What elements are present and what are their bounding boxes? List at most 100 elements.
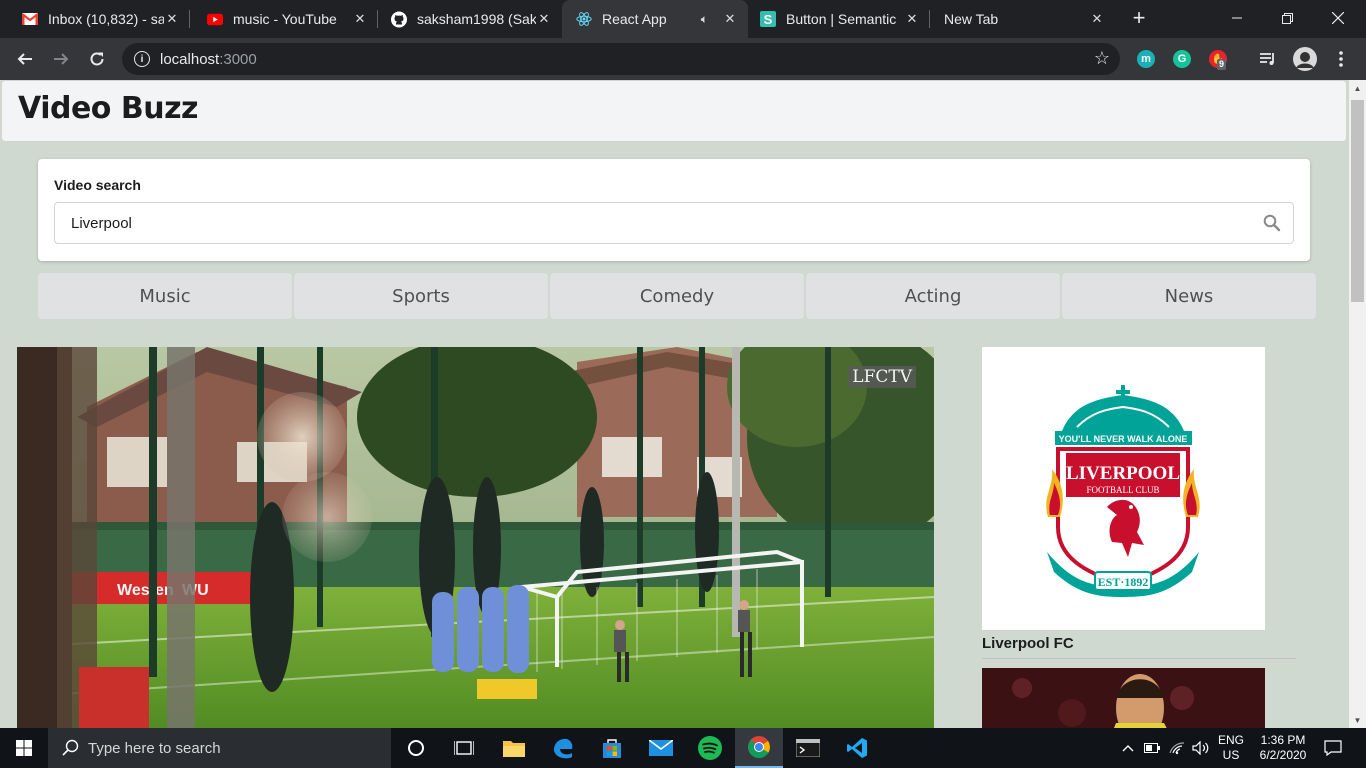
media-control-icon[interactable] — [1255, 46, 1281, 72]
extension-badge: 9 — [1217, 59, 1227, 70]
edge-browser-icon[interactable] — [539, 728, 587, 768]
scrollbar-thumb[interactable] — [1351, 100, 1364, 302]
youtube-icon — [207, 11, 223, 27]
grammarly-icon[interactable]: G — [1173, 50, 1191, 68]
wifi-icon[interactable] — [1167, 728, 1187, 768]
file-explorer-icon[interactable] — [490, 728, 538, 768]
minimize-button[interactable] — [1214, 0, 1260, 36]
tab-github[interactable]: saksham1998 (Sak ✕ — [369, 0, 562, 38]
svg-text:Westen: Westen — [117, 582, 174, 599]
tab-title: New Tab — [944, 11, 999, 27]
search-field[interactable] — [54, 202, 1294, 244]
clock-date: 6/2/2020 — [1259, 748, 1307, 762]
chrome-icon[interactable] — [735, 728, 783, 768]
tab-react-app[interactable]: React App 🔈︎ ✕ — [562, 0, 748, 38]
video-watermark: LFCTV — [848, 366, 916, 388]
app-header: Video Buzz — [1, 80, 1347, 142]
browser-tab-strip: Inbox (10,832) - sa ✕ music - YouTube ✕ … — [0, 0, 1366, 38]
page-viewport: Video Buzz Video search Music Sports Com… — [0, 80, 1349, 728]
close-tab-icon[interactable]: ✕ — [904, 11, 920, 27]
address-bar[interactable]: i localhost:3000 ☆ — [122, 43, 1120, 75]
close-tab-icon[interactable]: ✕ — [1089, 11, 1105, 27]
close-tab-icon[interactable]: ✕ — [536, 11, 552, 27]
category-comedy-button[interactable]: Comedy — [550, 273, 804, 319]
taskbar-search[interactable]: Type here to search — [48, 728, 391, 768]
video-title[interactable]: Liverpool FC — [982, 634, 1296, 659]
scroll-up-arrow-icon[interactable]: ▲ — [1349, 80, 1366, 96]
adblock-icon[interactable]: ✋ 9 — [1209, 50, 1227, 70]
language-code: ENG — [1217, 733, 1244, 747]
tab-title: music - YouTube — [233, 11, 337, 27]
video-list: YOU'LL NEVER WALK ALONE LIVERPOOL FOOTBA… — [982, 347, 1296, 728]
cortana-icon[interactable] — [392, 728, 440, 768]
mail-icon[interactable] — [637, 728, 685, 768]
close-window-button[interactable] — [1315, 0, 1361, 36]
tab-youtube[interactable]: music - YouTube ✕ — [185, 0, 378, 38]
gmail-icon — [22, 11, 38, 27]
search-icon[interactable] — [1263, 214, 1281, 232]
svg-text:FOOTBALL CLUB: FOOTBALL CLUB — [1087, 485, 1160, 495]
action-center-icon[interactable] — [1318, 728, 1348, 768]
forward-button[interactable] — [48, 46, 74, 72]
microsoft-store-icon[interactable] — [588, 728, 636, 768]
tab-title: Inbox (10,832) - sa — [48, 11, 164, 27]
mention-icon[interactable]: m — [1137, 50, 1155, 68]
video-player[interactable]: Westen WU LFCTV — [17, 347, 934, 728]
speaker-icon[interactable]: 🔈︎ — [701, 12, 708, 27]
reload-button[interactable] — [84, 46, 110, 72]
profile-avatar[interactable] — [1292, 46, 1318, 72]
tab-title: saksham1998 (Sak — [417, 11, 536, 27]
search-icon — [62, 739, 79, 756]
tab-title: React App — [602, 11, 667, 27]
github-icon — [391, 11, 407, 27]
svg-text:YOU'LL NEVER WALK ALONE: YOU'LL NEVER WALK ALONE — [1059, 434, 1188, 444]
language-indicator[interactable]: ENG US — [1214, 728, 1248, 768]
back-button[interactable] — [12, 46, 38, 72]
task-view-icon[interactable] — [440, 728, 488, 768]
video-thumbnail-image — [982, 668, 1265, 728]
category-buttons: Music Sports Comedy Acting News — [38, 273, 1316, 319]
url-host: localhost — [160, 50, 220, 68]
spotify-icon[interactable] — [686, 728, 734, 768]
video-thumbnail[interactable] — [982, 668, 1265, 728]
windows-start-icon[interactable] — [0, 728, 48, 768]
search-input[interactable] — [55, 214, 1245, 232]
region-code: US — [1222, 748, 1240, 762]
svg-text:S: S — [764, 12, 773, 27]
taskbar-search-placeholder: Type here to search — [88, 739, 221, 757]
semantic-ui-icon: S — [760, 11, 776, 27]
site-info-icon[interactable]: i — [134, 51, 150, 67]
search-label: Video search — [54, 177, 141, 193]
new-tab-button[interactable]: + — [1128, 7, 1150, 30]
category-music-button[interactable]: Music — [38, 273, 292, 319]
url-port: :3000 — [219, 50, 257, 68]
category-news-button[interactable]: News — [1062, 273, 1316, 319]
clock-time: 1:36 PM — [1260, 733, 1306, 747]
vscode-icon[interactable] — [833, 728, 881, 768]
category-acting-button[interactable]: Acting — [806, 273, 1060, 319]
windows-taskbar: Type here to search ENG US 1:36 PM 6/2/2… — [0, 728, 1366, 768]
close-tab-icon[interactable]: ✕ — [722, 11, 738, 27]
close-tab-icon[interactable]: ✕ — [352, 11, 368, 27]
more-menu-icon[interactable] — [1328, 46, 1354, 72]
svg-text:EST·1892: EST·1892 — [1098, 575, 1149, 589]
volume-icon[interactable] — [1190, 728, 1212, 768]
page-scrollbar[interactable]: ▲ ▼ — [1349, 80, 1366, 728]
bookmark-star-icon[interactable]: ☆ — [1094, 48, 1110, 69]
category-sports-button[interactable]: Sports — [294, 273, 548, 319]
tab-title: Button | Semantic — [786, 11, 897, 27]
tab-gmail[interactable]: Inbox (10,832) - sa ✕ — [0, 0, 190, 38]
svg-text:LIVERPOOL: LIVERPOOL — [1066, 463, 1180, 484]
terminal-icon[interactable] — [784, 728, 832, 768]
show-hidden-icons-chevron-icon[interactable] — [1118, 728, 1138, 768]
video-thumbnail[interactable]: YOU'LL NEVER WALK ALONE LIVERPOOL FOOTBA… — [982, 347, 1265, 630]
maximize-button[interactable] — [1264, 0, 1310, 36]
liverpool-crest-logo: YOU'LL NEVER WALK ALONE LIVERPOOL FOOTBA… — [1046, 385, 1200, 597]
scroll-down-arrow-icon[interactable]: ▼ — [1349, 712, 1366, 728]
clock[interactable]: 1:36 PM 6/2/2020 — [1252, 728, 1314, 768]
tab-new-tab[interactable]: New Tab ✕ — [930, 0, 1115, 38]
close-tab-icon[interactable]: ✕ — [164, 11, 180, 27]
tab-semantic-ui[interactable]: S Button | Semantic ✕ — [748, 0, 930, 38]
battery-icon[interactable] — [1142, 728, 1162, 768]
browser-toolbar: i localhost:3000 ☆ m G ✋ 9 — [0, 38, 1366, 80]
